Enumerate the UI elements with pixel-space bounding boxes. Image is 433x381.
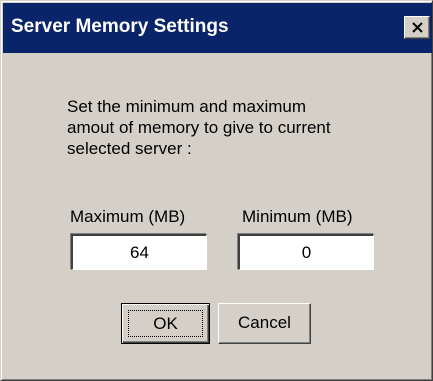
window-title: Server Memory Settings [11, 16, 229, 37]
maximum-memory-field[interactable] [71, 234, 207, 270]
focus-rectangle: OK [128, 310, 203, 337]
description-line: Set the minimum and maximum [67, 97, 307, 116]
close-button[interactable] [404, 16, 430, 39]
ok-button-label: OK [153, 314, 178, 333]
server-memory-settings-dialog: Server Memory Settings Set the minimum a… [0, 0, 433, 381]
description-line: amout of memory to give to current [67, 118, 331, 137]
title-bar[interactable]: Server Memory Settings [3, 3, 432, 53]
description-line: selected server : [67, 139, 192, 158]
cancel-button[interactable]: Cancel [218, 303, 311, 344]
description-text: Set the minimum and maximum amout of mem… [67, 96, 367, 159]
minimum-label: Minimum (MB) [242, 207, 353, 226]
cancel-button-label: Cancel [238, 313, 291, 332]
minimum-memory-field[interactable] [238, 234, 374, 270]
close-icon [412, 22, 423, 33]
ok-button[interactable]: OK [121, 303, 210, 344]
maximum-label: Maximum (MB) [70, 207, 186, 226]
